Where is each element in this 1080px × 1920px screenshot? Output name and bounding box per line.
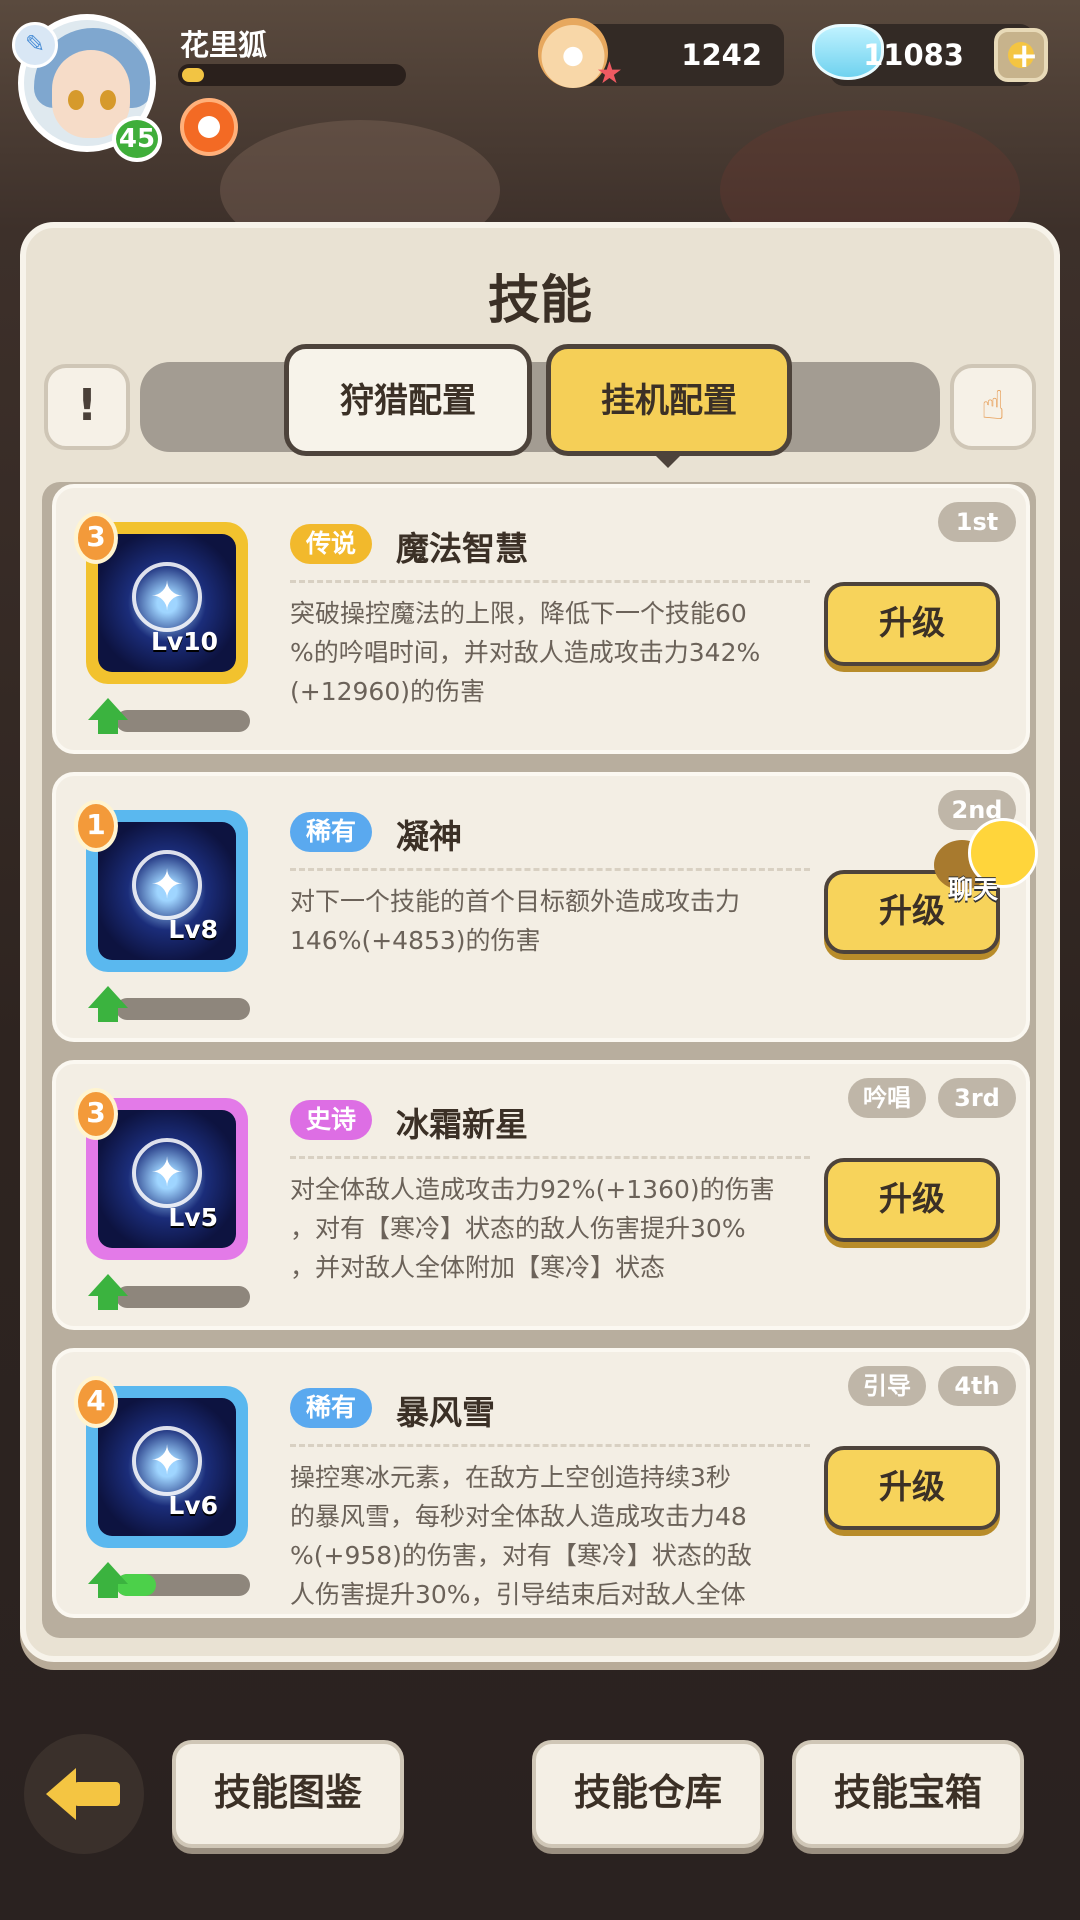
player-level-badge: 45 bbox=[112, 116, 162, 162]
skill-name: 冰霜新星 bbox=[396, 1105, 528, 1144]
skill-desc-line: ，对有【寒冷】状态的敌人伤害提升30% bbox=[290, 1214, 746, 1243]
back-arrow-icon bbox=[46, 1768, 76, 1820]
skill-level: Lv10 bbox=[150, 627, 218, 656]
skill-art: ✦ Lv5 bbox=[98, 1110, 236, 1248]
skill-progress-bar bbox=[116, 1574, 250, 1596]
rank-badge: 1 bbox=[74, 800, 118, 852]
upgrade-button[interactable]: 升级 bbox=[824, 582, 1000, 666]
player-exp-fill bbox=[182, 68, 204, 82]
pin-icon[interactable]: ✎ bbox=[12, 22, 58, 68]
upgrade-arrow-icon bbox=[88, 1274, 128, 1296]
slot-chip: 3rd bbox=[938, 1078, 1016, 1118]
rarity-badge: 稀有 bbox=[290, 1388, 373, 1428]
skill-desc-line: 人伤害提升30%，引导结束后对敌人全体 bbox=[290, 1580, 746, 1609]
skill-description: 对下一个技能的首个目标额外造成攻击力 146%(+4853)的伤害 bbox=[290, 882, 810, 960]
avatar-eye bbox=[68, 90, 84, 110]
divider bbox=[290, 868, 810, 871]
rarity-badge: 传说 bbox=[290, 524, 373, 564]
tab-rail bbox=[140, 362, 940, 452]
skill-tag-chip: 吟唱 bbox=[848, 1078, 926, 1118]
player-exp-bar bbox=[178, 64, 406, 86]
skill-art: ✦ Lv10 bbox=[98, 534, 236, 672]
skill-name: 凝神 bbox=[396, 817, 462, 856]
skill-description: 操控寒冰元素，在敌方上空创造持续3秒 的暴风雪，每秒对全体敌人造成攻击力48 %(+… bbox=[290, 1458, 810, 1614]
slot-chip: 4th bbox=[938, 1366, 1016, 1406]
pearl-value: 1242 bbox=[681, 38, 762, 72]
skill-desc-line: 突破操控魔法的上限，降低下一个技能60 bbox=[290, 599, 747, 628]
rank-badge: 3 bbox=[74, 1088, 118, 1140]
skill-progress-bar bbox=[116, 1286, 250, 1308]
player-name: 花里狐 bbox=[180, 28, 268, 62]
skill-symbol-icon: ✦ bbox=[132, 562, 202, 632]
upgrade-arrow-icon bbox=[88, 1562, 128, 1584]
add-gem-button[interactable] bbox=[994, 28, 1048, 82]
skill-level: Lv5 bbox=[168, 1203, 218, 1232]
skill-desc-line: 对全体敌人造成攻击力92%(+1360)的伤害 bbox=[290, 1175, 775, 1204]
rarity-badge: 史诗 bbox=[290, 1100, 373, 1140]
skill-symbol-icon: ✦ bbox=[132, 1426, 202, 1496]
skill-name: 暴风雪 bbox=[396, 1393, 495, 1432]
back-arrow-stem bbox=[74, 1782, 120, 1806]
skill-chest-button[interactable]: 技能宝箱 bbox=[792, 1740, 1024, 1848]
upgrade-arrow-stem bbox=[98, 1006, 118, 1022]
skill-progress-bar bbox=[116, 998, 250, 1020]
divider bbox=[290, 1156, 810, 1159]
title-badge-icon[interactable] bbox=[180, 98, 238, 156]
skill-symbol-icon: ✦ bbox=[132, 850, 202, 920]
upgrade-arrow-stem bbox=[98, 1582, 118, 1598]
tab-hunt-config[interactable]: 狩猎配置 bbox=[284, 344, 532, 456]
pearl-counter[interactable]: ★ 1242 bbox=[538, 18, 784, 91]
skill-description: 对全体敌人造成攻击力92%(+1360)的伤害 ，对有【寒冷】状态的敌人伤害提升3… bbox=[290, 1170, 810, 1287]
skill-storage-button[interactable]: 技能仓库 bbox=[532, 1740, 764, 1848]
divider bbox=[290, 1444, 810, 1447]
tap-hand-button[interactable]: ☝ bbox=[950, 364, 1036, 450]
upgrade-arrow-icon bbox=[88, 986, 128, 1008]
skill-card[interactable]: ✦ Lv5 3 史诗 冰霜新星 对全体敌人造成攻击力92%(+1360)的伤害 ，… bbox=[52, 1060, 1030, 1330]
skill-symbol-icon: ✦ bbox=[132, 1138, 202, 1208]
skill-name: 魔法智慧 bbox=[396, 529, 528, 568]
starfish-icon: ★ bbox=[596, 56, 623, 91]
slot-chip: 1st bbox=[938, 502, 1016, 542]
skill-desc-line: 146%(+4853)的伤害 bbox=[290, 926, 541, 955]
skill-card[interactable]: ✦ Lv10 3 传说 魔法智慧 突破操控魔法的上限，降低下一个技能60 %的吟唱… bbox=[52, 484, 1030, 754]
upgrade-button[interactable]: 升级 bbox=[824, 1446, 1000, 1530]
skill-level: Lv8 bbox=[168, 915, 218, 944]
rank-badge: 4 bbox=[74, 1376, 118, 1428]
chat-label: 聊天 bbox=[948, 875, 999, 904]
skill-desc-line: 对下一个技能的首个目标额外造成攻击力 bbox=[290, 887, 741, 916]
divider bbox=[290, 580, 810, 583]
chat-bubble-button[interactable]: 聊天 bbox=[928, 818, 1046, 904]
rarity-badge: 稀有 bbox=[290, 812, 373, 852]
skill-art: ✦ Lv8 bbox=[98, 822, 236, 960]
skill-codex-button[interactable]: 技能图鉴 bbox=[172, 1740, 404, 1848]
skill-desc-line: (+12960)的伤害 bbox=[290, 677, 485, 706]
skill-level: Lv6 bbox=[168, 1491, 218, 1520]
skill-card[interactable]: ✦ Lv8 1 稀有 凝神 对下一个技能的首个目标额外造成攻击力 146%(+48… bbox=[52, 772, 1030, 1042]
skill-desc-line: %的吟唱时间，并对敌人造成攻击力342% bbox=[290, 638, 761, 667]
upgrade-arrow-stem bbox=[98, 1294, 118, 1310]
upgrade-button[interactable]: 升级 bbox=[824, 1158, 1000, 1242]
skill-tag-chip: 引导 bbox=[848, 1366, 926, 1406]
page-title: 技能 bbox=[487, 271, 592, 331]
back-button[interactable] bbox=[24, 1734, 144, 1854]
gem-value: 11083 bbox=[863, 38, 964, 72]
skill-art: ✦ Lv6 bbox=[98, 1398, 236, 1536]
skill-progress-bar bbox=[116, 710, 250, 732]
skill-desc-line: 的暴风雪，每秒对全体敌人造成攻击力48 bbox=[290, 1502, 747, 1531]
skill-desc-line: 操控寒冰元素，在敌方上空创造持续3秒 bbox=[290, 1463, 731, 1492]
skill-desc-line: ，并对敌人全体附加【寒冷】状态 bbox=[290, 1253, 666, 1282]
active-tab-pointer bbox=[652, 452, 684, 468]
skill-card[interactable]: ✦ Lv6 4 稀有 暴风雪 操控寒冰元素，在敌方上空创造持续3秒 的暴风雪，每秒… bbox=[52, 1348, 1030, 1618]
upgrade-arrow-icon bbox=[88, 698, 128, 720]
upgrade-arrow-stem bbox=[98, 718, 118, 734]
info-button[interactable]: ! bbox=[44, 364, 130, 450]
rank-badge: 3 bbox=[74, 512, 118, 564]
skill-desc-line: %(+958)的伤害，对有【寒冷】状态的敌 bbox=[290, 1541, 752, 1570]
skill-description: 突破操控魔法的上限，降低下一个技能60 %的吟唱时间，并对敌人造成攻击力342% (… bbox=[290, 594, 810, 711]
avatar-eye bbox=[100, 90, 116, 110]
tab-idle-config[interactable]: 挂机配置 bbox=[546, 344, 792, 456]
